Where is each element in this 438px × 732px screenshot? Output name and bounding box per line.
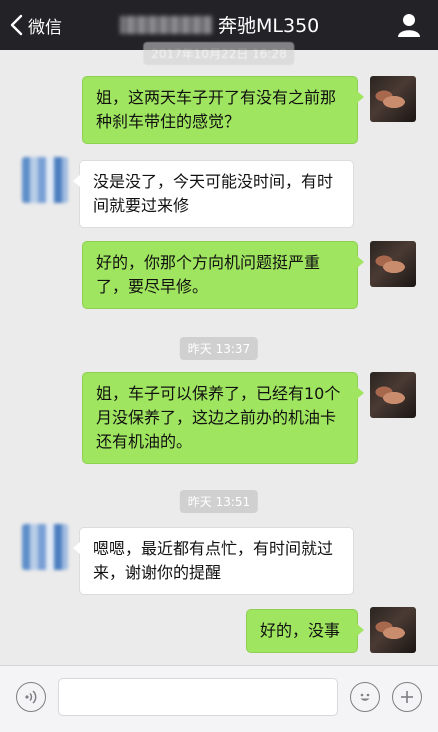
contact-avatar[interactable] bbox=[22, 524, 68, 570]
input-bar bbox=[0, 665, 438, 732]
back-button[interactable]: 微信 bbox=[8, 10, 62, 40]
message-bubble-sent[interactable]: 姐，车子可以保养了，已经有10个月没保养了，这边之前办的机油卡还有机油的。 bbox=[82, 372, 364, 464]
contact-avatar[interactable] bbox=[22, 157, 68, 203]
message-bubble-received[interactable]: 没是没了，今天可能没时间，有时间就要过来修 bbox=[73, 160, 354, 228]
emoji-button[interactable] bbox=[350, 682, 380, 712]
message-bubble-sent[interactable]: 好的，你那个方向机问题挺严重了，要尽早修。 bbox=[82, 241, 364, 309]
blurred-contact-name bbox=[120, 15, 212, 34]
message-bubble-sent[interactable]: 好的，没事 bbox=[246, 609, 364, 653]
more-button[interactable] bbox=[392, 682, 422, 712]
plus-icon bbox=[401, 691, 413, 703]
timestamp: 昨天 13:37 bbox=[179, 337, 259, 360]
message-bubble-received[interactable]: 嗯嗯，最近都有点忙，有时间就过来，谢谢你的提醒 bbox=[73, 527, 354, 595]
message-bubble-sent[interactable]: 姐，这两天车子开了有没有之前那种刹车带住的感觉？ bbox=[82, 76, 364, 144]
voice-button[interactable] bbox=[16, 682, 46, 712]
back-label: 微信 bbox=[28, 17, 62, 38]
chat-title: 奔驰ML350 bbox=[120, 11, 319, 38]
my-avatar[interactable] bbox=[370, 241, 416, 287]
smile-icon bbox=[360, 693, 370, 701]
message-input[interactable] bbox=[58, 678, 338, 716]
user-icon[interactable] bbox=[396, 12, 422, 38]
timestamp: 昨天 13:51 bbox=[179, 490, 259, 513]
chevron-left-icon bbox=[10, 14, 23, 36]
my-avatar[interactable] bbox=[370, 372, 416, 418]
my-avatar[interactable] bbox=[370, 76, 416, 122]
chat-title-text: 奔驰ML350 bbox=[218, 15, 320, 37]
my-avatar[interactable] bbox=[370, 607, 416, 653]
voice-icon bbox=[25, 690, 37, 704]
timestamp: 2017年10月22日 16:28 bbox=[143, 42, 295, 65]
